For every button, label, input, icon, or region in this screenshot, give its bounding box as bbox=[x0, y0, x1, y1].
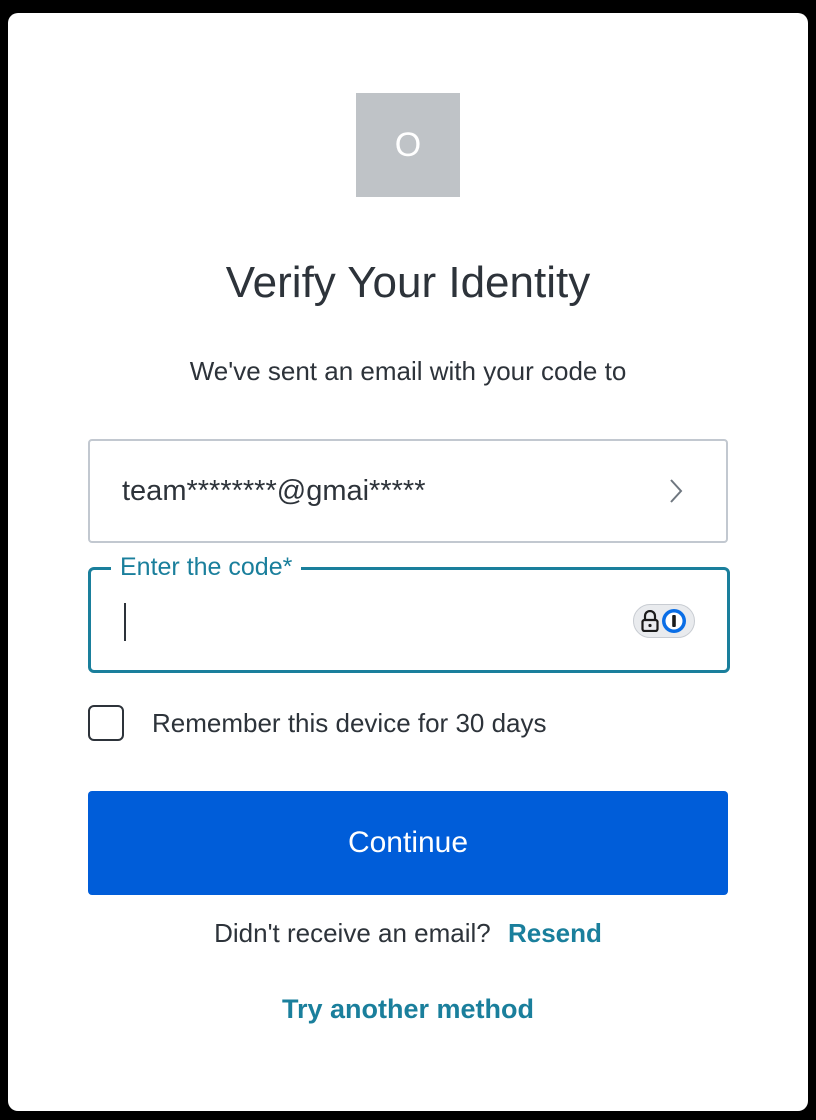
subtitle-text: We've sent an email with your code to bbox=[189, 356, 627, 386]
chevron-right-icon bbox=[666, 476, 686, 506]
code-field: Enter the code* bbox=[88, 550, 730, 673]
logo-letter: O bbox=[394, 125, 422, 164]
email-selector[interactable]: team********@gmai***** bbox=[88, 439, 728, 543]
remember-device-checkbox[interactable] bbox=[88, 705, 124, 741]
masked-email: team********@gmai***** bbox=[122, 474, 426, 507]
text-caret bbox=[124, 603, 126, 641]
verify-identity-card: O Verify Your Identity We've sent an ema… bbox=[8, 13, 808, 1111]
code-input[interactable] bbox=[121, 602, 621, 640]
remember-device-row[interactable]: Remember this device for 30 days bbox=[88, 703, 547, 743]
page-title: Verify Your Identity bbox=[225, 258, 591, 307]
resend-prompt: Didn't receive an email? bbox=[214, 918, 491, 948]
resend-link[interactable]: Resend bbox=[508, 918, 602, 948]
remember-device-label: Remember this device for 30 days bbox=[152, 707, 547, 738]
try-another-method-link[interactable]: Try another method bbox=[8, 991, 808, 1027]
code-field-label: Enter the code* bbox=[111, 550, 302, 584]
continue-button[interactable]: Continue bbox=[88, 791, 728, 895]
lock-icon bbox=[641, 610, 659, 632]
company-logo: O bbox=[356, 93, 460, 197]
resend-row: Didn't receive an email? Resend bbox=[8, 915, 808, 951]
onepassword-icon bbox=[662, 609, 686, 633]
password-manager-icon[interactable] bbox=[633, 604, 695, 638]
